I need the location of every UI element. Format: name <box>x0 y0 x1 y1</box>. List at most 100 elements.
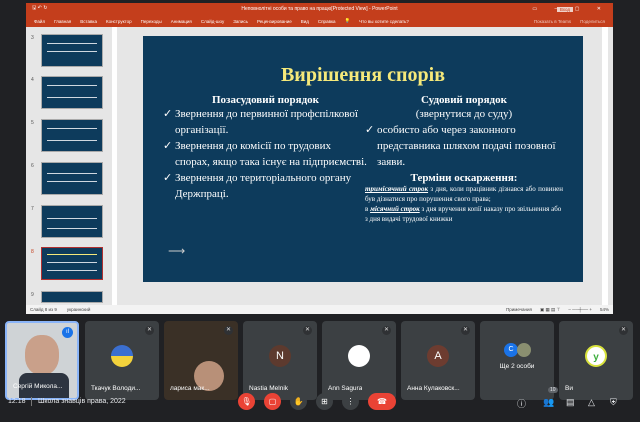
slide-thumb-3[interactable] <box>41 34 103 67</box>
slide-number: 5 <box>31 120 34 126</box>
slide-thumb-9[interactable] <box>41 291 103 303</box>
participant-tile[interactable]: ✕ Ткачук Володи... <box>85 321 159 400</box>
slide-thumb-8[interactable] <box>41 247 103 280</box>
slide-number: 4 <box>31 77 34 83</box>
powerpoint-window: 🖫 ↶ ↻ Неповнолітні особи та право на пра… <box>26 3 613 314</box>
meeting-toolbar: 12:18 Школа знавців права, 2022 🎙 ▢ ✋ ⊞ … <box>0 387 640 422</box>
zoom-slider[interactable]: – ──┼── + <box>568 307 592 313</box>
speaking-icon: ıl <box>62 327 73 338</box>
avatar: y <box>585 345 607 367</box>
slide-scrollbar[interactable] <box>602 27 608 305</box>
slide-thumbnails: 3 4 5 6 7 8 9 <box>26 27 119 305</box>
raise-hand-button[interactable]: ✋ <box>290 393 307 410</box>
participant-name: Nastia Melnik <box>249 385 289 392</box>
avatar <box>111 345 133 367</box>
title-bar: 🖫 ↶ ↻ Неповнолітні особи та право на пра… <box>26 3 613 15</box>
slide-thumb-5[interactable] <box>41 119 103 152</box>
slide-number: 9 <box>31 292 34 298</box>
mic-off-icon: ✕ <box>145 326 154 335</box>
menu-insert[interactable]: Вставка <box>80 19 97 24</box>
slide-thumb-4[interactable] <box>41 76 103 109</box>
avatar <box>348 345 370 367</box>
right-item: особисто або через законного представник… <box>365 122 563 170</box>
people-count-badge: 10 <box>548 387 558 393</box>
divider <box>31 397 32 406</box>
avatar <box>517 343 531 357</box>
participant-tile[interactable]: ✕ лариса мак... <box>164 321 238 400</box>
menu-transitions[interactable]: Переходы <box>141 19 162 24</box>
avatar: А <box>427 345 449 367</box>
camera-off-button[interactable]: ▢ <box>264 393 281 410</box>
slide-thumb-7[interactable] <box>41 205 103 238</box>
mic-off-icon: ✕ <box>224 326 233 335</box>
avatar: N <box>269 345 291 367</box>
left-item: Звернення до територіального органу Держ… <box>163 170 368 202</box>
participant-tile[interactable]: ✕ А Анна Кулаковск... <box>401 321 475 400</box>
chat-icon[interactable]: ▤ <box>566 397 575 408</box>
court-column: Судовий порядок (звернутися до суду) осо… <box>365 94 563 224</box>
participant-tile[interactable]: ✕ Ann Sagura <box>322 321 396 400</box>
mic-off-icon: ✕ <box>382 326 391 335</box>
slide-title: Вирішення спорів <box>280 64 446 86</box>
window-controls[interactable]: ▭ – ▢ ✕ <box>532 6 609 12</box>
term-1-emphasis: тримісячний строк <box>365 185 429 193</box>
share-button[interactable]: Поделиться <box>580 19 605 24</box>
slide-thumb-6[interactable] <box>41 162 103 195</box>
participant-tile[interactable]: ✕ N Nastia Melnik <box>243 321 317 400</box>
menu-help[interactable]: Справка <box>318 19 336 24</box>
present-button[interactable]: ⊞ <box>316 393 333 410</box>
participant-name: Ви <box>565 385 573 392</box>
term-1: тримісячний строк з дня, коли працівник … <box>365 184 563 204</box>
slide-number: 3 <box>31 35 34 41</box>
menu-animations[interactable]: Анимация <box>171 19 192 24</box>
participant-video <box>25 335 59 375</box>
left-item: Звернення до первинної профспілкової орг… <box>163 106 368 138</box>
participant-tile-self[interactable]: ✕ y Ви <box>559 321 633 400</box>
activities-icon[interactable]: △ <box>588 397 595 408</box>
end-call-button[interactable]: ☎ <box>368 393 396 410</box>
right-heading: Судовий порядок <box>421 94 507 106</box>
menu-design[interactable]: Конструктор <box>106 19 132 24</box>
slide-editor: Вирішення спорів Позасудовий порядок Зве… <box>120 27 608 305</box>
avatar: C <box>504 343 518 357</box>
mic-off-button[interactable]: 🎙 <box>238 393 255 410</box>
participant-name: Сергій Микола... <box>13 383 63 390</box>
slide-number: 8 <box>31 249 34 255</box>
participant-name: Ткачук Володи... <box>91 385 141 392</box>
slide-number: 6 <box>31 163 34 169</box>
view-buttons[interactable]: ▣ ▦ ▤ ⊤ <box>540 307 560 313</box>
host-controls-icon[interactable]: ⛨ <box>610 397 617 408</box>
participant-name: Ann Sagura <box>328 385 363 392</box>
people-icon[interactable]: 👥 <box>543 397 554 408</box>
language[interactable]: украинский <box>67 307 90 312</box>
lightbulb-icon: 💡 <box>344 18 351 23</box>
terms-heading: Терміни оскарження: <box>410 172 518 184</box>
term-2-emphasis: місячний строк <box>370 205 420 213</box>
more-participants-tile[interactable]: C Ще 2 особи <box>480 321 554 400</box>
thumbnail-scrollbar[interactable] <box>112 27 117 305</box>
left-item: Звернення до комісії по трудових спорах,… <box>163 138 368 170</box>
slide-counter: Слайд 8 из 9 <box>30 307 57 312</box>
zoom-level[interactable]: 54% <box>600 307 609 313</box>
arrow-icon: ⟶ <box>168 244 186 258</box>
menu-slideshow[interactable]: Слайд-шоу <box>201 19 224 24</box>
menu-review[interactable]: Рецензирование <box>257 19 292 24</box>
info-icon[interactable]: ⓘ <box>517 397 526 410</box>
participant-name: Ще 2 особи <box>499 363 535 370</box>
right-subheading: (звернутися до суду) <box>415 108 513 120</box>
menu-file[interactable]: Файл <box>34 19 45 24</box>
slide-number: 7 <box>31 206 34 212</box>
meeting-time: 12:18 <box>8 398 26 405</box>
more-options-button[interactable]: ⋮ <box>342 393 359 410</box>
mic-off-icon: ✕ <box>461 326 470 335</box>
slide-canvas: Вирішення спорів Позасудовий порядок Зве… <box>143 36 583 282</box>
out-of-court-column: Позасудовий порядок Звернення до первинн… <box>163 94 368 202</box>
menu-home[interactable]: Главная <box>54 19 71 24</box>
tell-me-input[interactable]: Что вы хотите сделать? <box>359 19 409 24</box>
teams-button[interactable]: Показать в Teams <box>534 19 571 24</box>
menu-view[interactable]: Вид <box>301 19 309 24</box>
notes-button[interactable]: Примечания <box>506 307 532 313</box>
participant-tile[interactable]: ıl Сергій Микола... <box>5 321 79 400</box>
menu-record[interactable]: Запись <box>233 19 248 24</box>
window-title: Неповнолітні особи та право на працю[Pro… <box>241 6 398 12</box>
